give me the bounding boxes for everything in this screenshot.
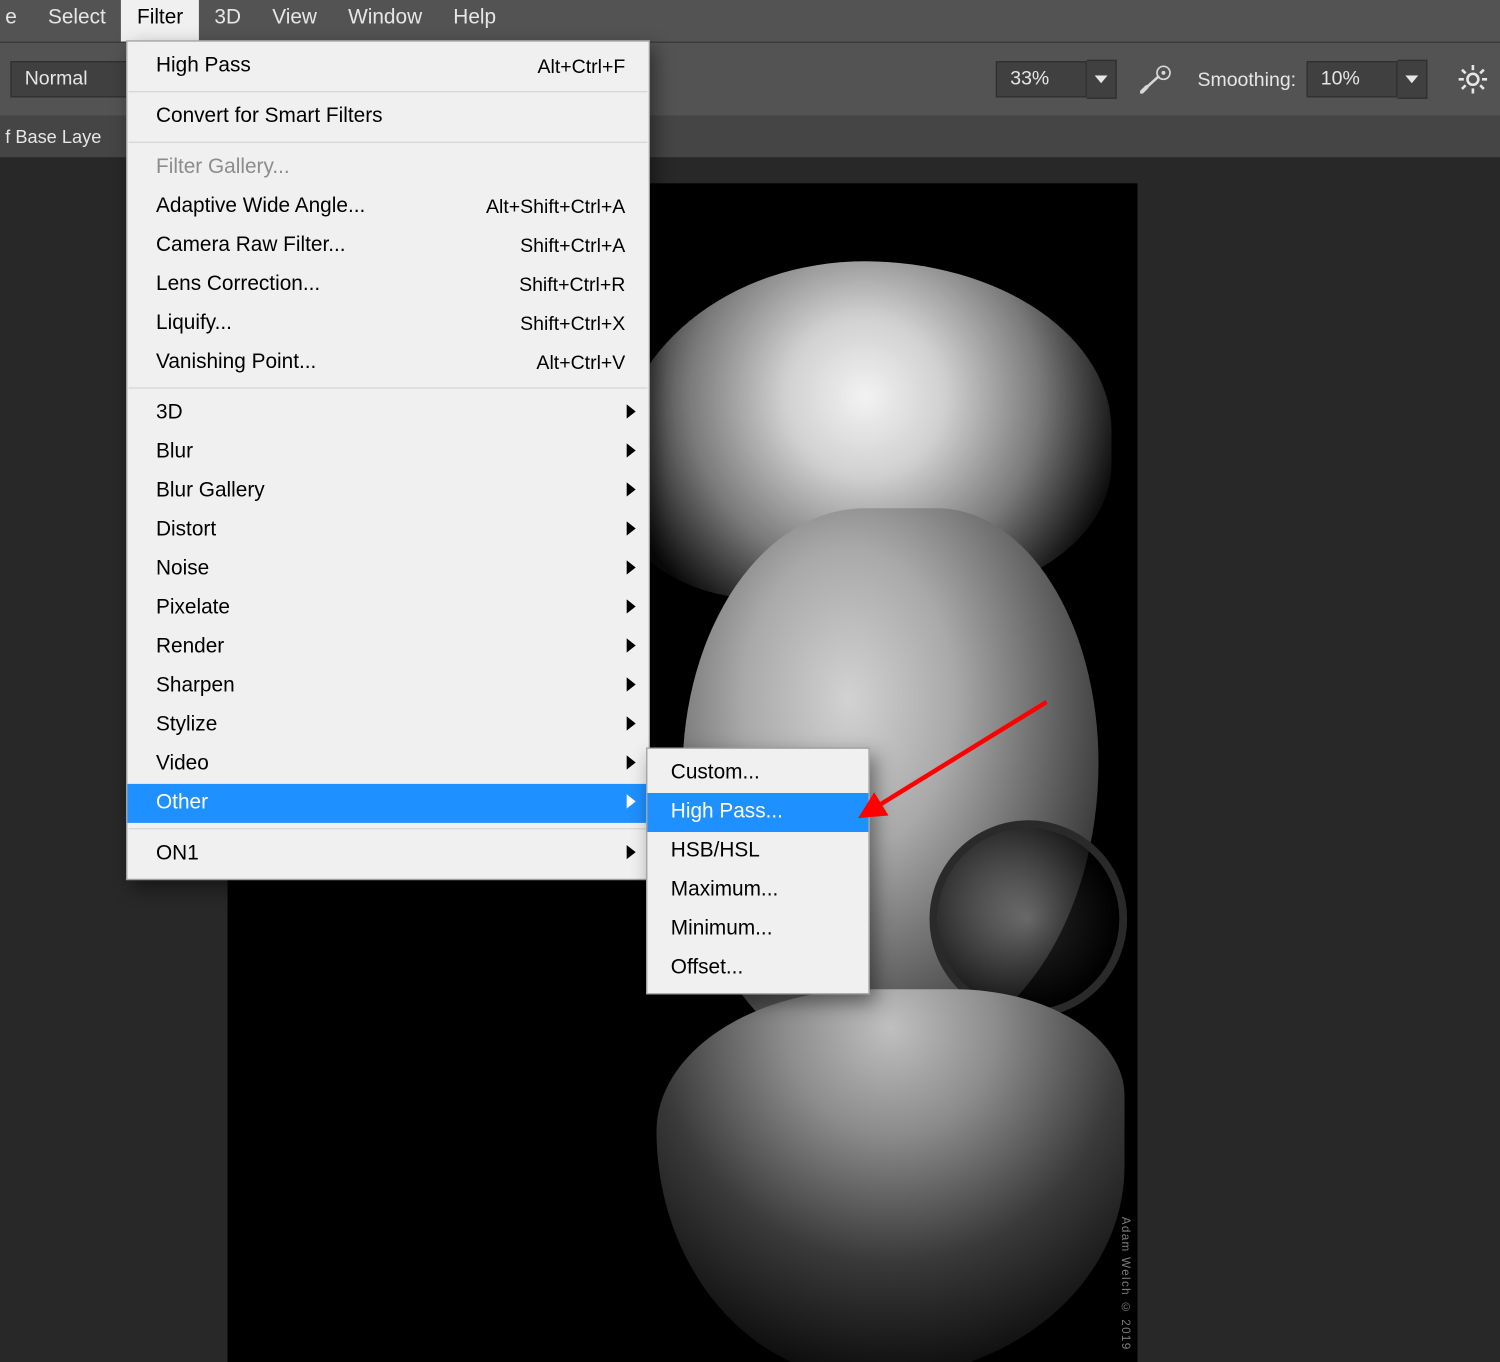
chevron-right-icon (627, 714, 636, 737)
menu-item-help[interactable]: Help (438, 0, 512, 42)
menu-bar: e Select Filter 3D View Window Help (0, 0, 1500, 42)
filter-lens-correction[interactable]: Lens Correction... Shift+Ctrl+R (127, 265, 648, 304)
menu-item-filter[interactable]: Filter (121, 0, 198, 42)
smoothing-field[interactable]: Smoothing: 10% (1197, 60, 1427, 99)
menu-separator (129, 828, 648, 829)
gear-icon[interactable] (1459, 65, 1488, 94)
smoothing-value[interactable]: 10% (1307, 61, 1398, 97)
menu-item-select[interactable]: Select (32, 0, 121, 42)
chevron-right-icon (627, 675, 636, 698)
menu-label: Other (156, 792, 625, 815)
menu-label: Vanishing Point... (156, 351, 536, 374)
filter-sharpen-submenu[interactable]: Sharpen (127, 667, 648, 706)
menu-label: 3D (156, 402, 625, 425)
menu-label: Convert for Smart Filters (156, 105, 625, 128)
filter-convert-smart[interactable]: Convert for Smart Filters (127, 98, 648, 137)
menu-label: Blur (156, 441, 625, 464)
menu-shortcut: Alt+Ctrl+V (536, 352, 625, 374)
menu-label: Sharpen (156, 675, 625, 698)
other-custom[interactable]: Custom... (647, 754, 868, 793)
chevron-right-icon (627, 597, 636, 620)
chevron-right-icon (627, 519, 636, 542)
filter-vanishing-point[interactable]: Vanishing Point... Alt+Ctrl+V (127, 343, 648, 382)
other-hsb-hsl[interactable]: HSB/HSL (647, 832, 868, 871)
portrait-beard (657, 989, 1125, 1362)
menu-separator (129, 142, 648, 143)
image-watermark: Adam Welch © 2019 (1119, 1217, 1132, 1351)
menu-item-window[interactable]: Window (333, 0, 438, 42)
filter-other-submenu[interactable]: Other (127, 784, 648, 823)
filter-stylize-submenu[interactable]: Stylize (127, 706, 648, 745)
menu-separator (129, 91, 648, 92)
chevron-right-icon (627, 558, 636, 581)
menu-label: ON1 (156, 842, 625, 865)
menu-label: Filter Gallery... (156, 156, 625, 179)
menu-shortcut: Shift+Ctrl+A (520, 235, 625, 257)
menu-label: Camera Raw Filter... (156, 234, 520, 257)
zoom-field[interactable]: 33% (996, 60, 1117, 99)
filter-adaptive-wide-angle[interactable]: Adaptive Wide Angle... Alt+Shift+Ctrl+A (127, 187, 648, 226)
portrait-spectacle (929, 820, 1127, 1018)
menu-item-fragment[interactable]: e (0, 0, 32, 42)
blend-mode-value[interactable]: Normal (10, 61, 127, 97)
filter-blur-gallery-submenu[interactable]: Blur Gallery (127, 472, 648, 511)
menu-shortcut: Alt+Shift+Ctrl+A (486, 196, 625, 218)
other-offset[interactable]: Offset... (647, 949, 868, 988)
chevron-right-icon (627, 402, 636, 425)
menu-label: Blur Gallery (156, 480, 625, 503)
filter-camera-raw[interactable]: Camera Raw Filter... Shift+Ctrl+A (127, 226, 648, 265)
smoothing-dropdown[interactable] (1398, 60, 1428, 99)
menu-label: Pixelate (156, 597, 625, 620)
filter-video-submenu[interactable]: Video (127, 745, 648, 784)
chevron-right-icon (627, 636, 636, 659)
menu-item-3d[interactable]: 3D (199, 0, 257, 42)
filter-liquify[interactable]: Liquify... Shift+Ctrl+X (127, 304, 648, 343)
chevron-right-icon (627, 441, 636, 464)
menu-label: Noise (156, 558, 625, 581)
other-maximum[interactable]: Maximum... (647, 871, 868, 910)
menu-shortcut: Alt+Ctrl+F (538, 55, 626, 77)
menu-shortcut: Shift+Ctrl+X (520, 313, 625, 335)
chevron-down-icon (1405, 75, 1418, 83)
filter-noise-submenu[interactable]: Noise (127, 550, 648, 589)
menu-shortcut: Shift+Ctrl+R (519, 274, 625, 296)
tablet-pressure-icon[interactable] (1140, 65, 1174, 94)
filter-distort-submenu[interactable]: Distort (127, 511, 648, 550)
document-tab-fragment[interactable]: f Base Laye (5, 126, 101, 147)
chevron-right-icon (627, 480, 636, 503)
other-minimum[interactable]: Minimum... (647, 910, 868, 949)
chevron-right-icon (627, 753, 636, 776)
chevron-down-icon (1095, 75, 1108, 83)
filter-gallery: Filter Gallery... (127, 148, 648, 187)
filter-render-submenu[interactable]: Render (127, 628, 648, 667)
filter-recent-item[interactable]: High Pass Alt+Ctrl+F (127, 47, 648, 86)
menu-item-view[interactable]: View (257, 0, 333, 42)
filter-blur-submenu[interactable]: Blur (127, 433, 648, 472)
filter-3d-submenu[interactable]: 3D (127, 394, 648, 433)
menu-separator (129, 387, 648, 388)
chevron-right-icon (627, 842, 636, 865)
menu-label: High Pass (156, 55, 538, 78)
zoom-dropdown[interactable] (1087, 60, 1117, 99)
filter-other-flyout: Custom... High Pass... HSB/HSL Maximum..… (646, 748, 870, 995)
menu-label: Video (156, 753, 625, 776)
other-high-pass[interactable]: High Pass... (647, 793, 868, 832)
menu-label: Render (156, 636, 625, 659)
filter-pixelate-submenu[interactable]: Pixelate (127, 589, 648, 628)
smoothing-label: Smoothing: (1197, 68, 1296, 90)
menu-label: Liquify... (156, 312, 520, 335)
menu-label: Adaptive Wide Angle... (156, 195, 486, 218)
zoom-value[interactable]: 33% (996, 61, 1087, 97)
menu-label: Stylize (156, 714, 625, 737)
filter-menu-dropdown: High Pass Alt+Ctrl+F Convert for Smart F… (126, 40, 650, 880)
chevron-right-icon (627, 792, 636, 815)
filter-on1-submenu[interactable]: ON1 (127, 835, 648, 874)
menu-label: Lens Correction... (156, 273, 519, 296)
menu-label: Distort (156, 519, 625, 542)
